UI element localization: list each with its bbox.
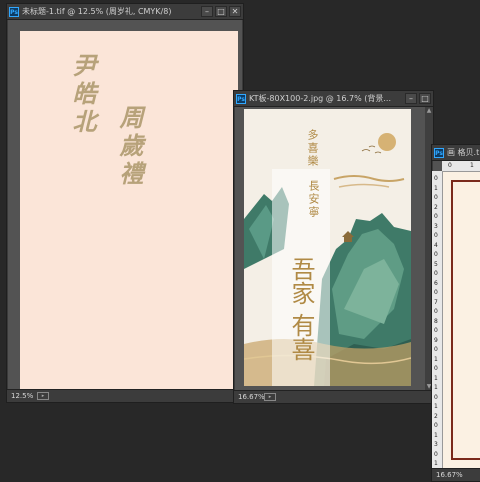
window-2-title: KT板-80X100-2.jpg @ 16.7% (背景...: [249, 94, 392, 103]
ruler-label: 1: [434, 431, 438, 439]
main-title-col-2: 有喜: [287, 313, 315, 361]
window-2-statusbar: 16.67% ▸: [234, 390, 433, 403]
document-window-2[interactable]: Ps KT板-80X100-2.jpg @ 16.7% (背景... – □ 多…: [233, 90, 434, 404]
ruler-label: 0: [434, 393, 438, 401]
ruler-label: 3: [434, 441, 438, 448]
maximize-button[interactable]: □: [419, 93, 431, 104]
photoshop-icon: Ps: [434, 147, 444, 158]
photoshop-icon: Ps: [236, 93, 246, 104]
main-title-col-1: 吾家: [287, 257, 315, 305]
canvas3-border-line: [451, 180, 453, 460]
scroll-up-icon[interactable]: ▲: [425, 107, 433, 115]
document-window-3[interactable]: Ps 画 格贝.tif 0 1 010203040506070809010110…: [431, 144, 480, 482]
ruler-label: 1: [434, 384, 438, 391]
horizontal-ruler[interactable]: 0 1: [442, 161, 480, 172]
ruler-label: 8: [434, 317, 438, 325]
document-window-1[interactable]: Ps 未标题-1.tif @ 12.5% (周岁礼, CMYK/8) – □ ✕…: [6, 3, 244, 403]
ruler-label: 1: [434, 374, 438, 382]
ruler-label: 0: [434, 251, 438, 258]
ruler-label: 0: [434, 270, 438, 277]
landscape-artwork: [244, 133, 411, 386]
ruler-label: 5: [434, 260, 438, 268]
ruler-label: 2: [434, 203, 438, 211]
canvas-2[interactable]: 多喜樂 長安寧 吾家 有喜: [244, 109, 411, 386]
ruler-label: 0: [434, 365, 438, 372]
window-3-titlebar[interactable]: Ps 画 格贝.tif: [432, 145, 480, 161]
canvas1-name-text: 尹皓北: [68, 53, 97, 137]
ruler-label: 0: [434, 194, 438, 201]
ruler-label: 0: [434, 346, 438, 353]
ruler-label: 0: [434, 213, 438, 220]
ruler-label: 0: [434, 327, 438, 334]
ruler-label: 7: [434, 298, 438, 306]
canvas-1[interactable]: 尹皓北 周歲禮: [20, 31, 238, 389]
zoom-level[interactable]: 16.67%: [234, 393, 265, 401]
window-3-title: 画 格贝.tif: [447, 148, 480, 157]
canvas3-border-line: [451, 180, 480, 182]
canvas3-border-line: [451, 458, 480, 460]
close-button[interactable]: ✕: [229, 6, 241, 17]
ruler-label: 1: [470, 162, 474, 169]
ruler-label: 4: [434, 241, 438, 249]
ruler-label: 0: [434, 308, 438, 315]
zoom-level[interactable]: 16.67%: [432, 471, 463, 479]
ruler-label: 0: [434, 422, 438, 429]
vertical-ruler[interactable]: 0 1 0 2 0 3 0 4 0 5 0 6 0 7 0 8 0 9 0 1 0 1 1 0 1 2 0 1 3 0 1: [432, 171, 443, 469]
zoom-level[interactable]: 12.5%: [7, 392, 37, 400]
ruler-label: 0: [448, 162, 452, 169]
maximize-button[interactable]: □: [215, 6, 227, 17]
ruler-label: 0: [434, 289, 438, 296]
minimize-button[interactable]: –: [201, 6, 213, 17]
canvas1-event-text: 周歲禮: [115, 105, 144, 189]
window-1-titlebar[interactable]: Ps 未标题-1.tif @ 12.5% (周岁礼, CMYK/8) – □ ✕: [7, 4, 243, 20]
blessing-text-1: 多喜樂: [306, 129, 319, 168]
document-info-icon[interactable]: ▸: [37, 392, 49, 400]
ruler-label: 0: [434, 450, 438, 458]
minimize-button[interactable]: –: [405, 93, 417, 104]
blessing-text-2: 長安寧: [307, 180, 320, 219]
ruler-label: 9: [434, 336, 438, 344]
ruler-label: 1: [434, 184, 438, 192]
ruler-label: 3: [434, 222, 438, 230]
canvas-3[interactable]: [443, 172, 480, 468]
ruler-label: 1: [434, 403, 438, 410]
ruler-label: 2: [434, 412, 438, 420]
document-info-icon[interactable]: ▸: [264, 393, 276, 401]
ruler-label: 0: [434, 175, 438, 182]
window-1-title: 未标题-1.tif @ 12.5% (周岁礼, CMYK/8): [22, 7, 172, 16]
window-2-titlebar[interactable]: Ps KT板-80X100-2.jpg @ 16.7% (背景... – □: [234, 91, 433, 107]
ruler-label: 6: [434, 279, 438, 287]
photoshop-icon: Ps: [9, 6, 19, 17]
ruler-label: 1: [434, 355, 438, 363]
window-3-statusbar: 16.67%: [432, 468, 480, 481]
ruler-label: 0: [434, 232, 438, 239]
ruler-label: 1: [434, 460, 438, 467]
window-1-statusbar: 12.5% ▸: [7, 389, 243, 402]
